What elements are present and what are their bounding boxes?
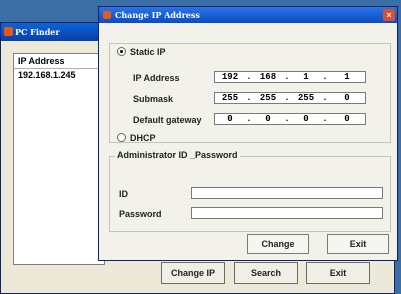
exit-button[interactable]: Exit xyxy=(327,234,389,254)
app-icon xyxy=(4,27,13,36)
dot-separator: . xyxy=(284,72,290,82)
ip-list[interactable]: IP Address 192.168.1.245 xyxy=(13,53,105,265)
dot-separator: . xyxy=(246,114,252,124)
gateway-octet-2: 0 xyxy=(265,114,271,124)
gateway-label: Default gateway xyxy=(133,115,202,125)
exit-button-background[interactable]: Exit xyxy=(306,262,370,284)
gateway-field[interactable]: 0 . 0 . 0 . 0 xyxy=(214,113,366,125)
dialog-titlebar: Change IP Address × xyxy=(99,7,397,23)
ip-list-header[interactable]: IP Address xyxy=(14,54,104,69)
submask-octet-2: 255 xyxy=(259,93,277,103)
gateway-octet-4: 0 xyxy=(344,114,350,124)
submask-field[interactable]: 255 . 255 . 255 . 0 xyxy=(214,92,366,104)
gateway-octet-3: 0 xyxy=(303,114,309,124)
ip-address-label: IP Address xyxy=(133,73,180,83)
dot-separator: . xyxy=(246,93,252,103)
dot-separator: . xyxy=(322,114,328,124)
radio-unselected-icon xyxy=(117,133,126,142)
radio-selected-icon xyxy=(117,47,126,56)
dialog-app-icon xyxy=(103,11,111,19)
ip-octet-1: 192 xyxy=(221,72,239,82)
submask-octet-4: 0 xyxy=(344,93,350,103)
admin-group-title: Administrator ID _Password xyxy=(115,150,240,160)
password-label: Password xyxy=(119,209,162,219)
close-icon[interactable]: × xyxy=(383,9,395,21)
change-button[interactable]: Change xyxy=(247,234,309,254)
gateway-octet-1: 0 xyxy=(227,114,233,124)
pc-finder-title: PC Finder xyxy=(15,27,60,37)
submask-octet-1: 255 xyxy=(221,93,239,103)
password-input[interactable] xyxy=(191,207,383,219)
ip-octet-2: 168 xyxy=(259,72,277,82)
submask-octet-3: 255 xyxy=(297,93,315,103)
submask-label: Submask xyxy=(133,94,174,104)
dhcp-radio[interactable]: DHCP xyxy=(117,133,156,143)
ip-octet-3: 1 xyxy=(303,72,309,82)
static-ip-radio[interactable]: Static IP xyxy=(117,47,166,57)
list-item[interactable]: 192.168.1.245 xyxy=(14,69,104,81)
static-ip-label: Static IP xyxy=(130,47,166,57)
ip-octet-4: 1 xyxy=(344,72,350,82)
ip-address-field[interactable]: 192 . 168 . 1 . 1 xyxy=(214,71,366,83)
dot-separator: . xyxy=(322,93,328,103)
dot-separator: . xyxy=(246,72,252,82)
change-ip-button[interactable]: Change IP xyxy=(161,262,225,284)
id-input[interactable] xyxy=(191,187,383,199)
search-button[interactable]: Search xyxy=(234,262,298,284)
dot-separator: . xyxy=(322,72,328,82)
id-label: ID xyxy=(119,189,128,199)
change-ip-dialog: Change IP Address × Static IP IP Address… xyxy=(98,6,398,261)
dot-separator: . xyxy=(284,93,290,103)
dot-separator: . xyxy=(284,114,290,124)
dhcp-label: DHCP xyxy=(130,133,156,143)
dialog-title: Change IP Address xyxy=(115,10,200,20)
